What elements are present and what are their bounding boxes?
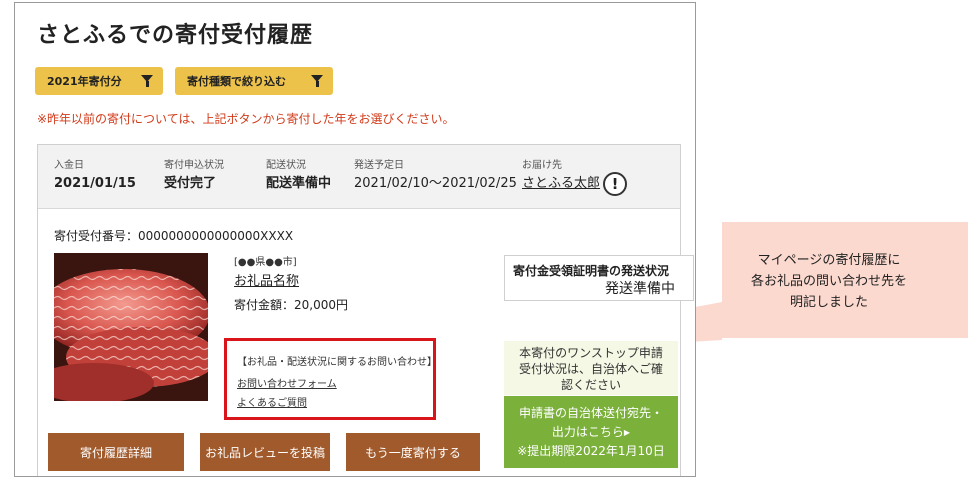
donation-card-header: 入金日 2021/01/15 寄付申込状況 受付完了 配送状況 配送準備中 発送… [38,145,680,209]
funnel-icon [141,75,153,87]
callout-line1: マイページの寄付履歴に [757,253,901,268]
year-filter-label: 2021年寄付分 [47,75,122,88]
donate-again-button[interactable]: もう一度寄付する [346,433,480,471]
donation-amount: 寄付金額：20,000円 [234,298,348,312]
arrow-right-icon: ▶ [623,428,631,437]
shipping-status-column: 配送状況 配送準備中 [266,159,331,193]
mypage-frame: さとふるでの寄付受付履歴 2021年寄付分 寄付種類で絞り込む ※昨年以前の寄付… [14,2,696,477]
receipt-number: 寄付受付番号：0000000000000000XXXX [54,229,294,243]
post-review-button[interactable]: お礼品レビューを投稿 [200,433,330,471]
application-status-value: 受付完了 [164,176,217,191]
onestop-line1: 本寄付のワンストップ申請 [519,346,663,360]
recipient-column: お届け先 さとふる太郎 [522,159,600,193]
callout-line3: 明記しました [789,295,868,310]
onestop-notice: 本寄付のワンストップ申請 受付状況は、自治体へご確 認ください [504,341,678,395]
onestop-line2: 受付状況は、自治体へご確 [518,362,663,376]
certificate-status: 発送準備中 [605,281,675,297]
recipient-link[interactable]: さとふる太郎 [522,175,600,193]
certificate-title: 寄付金受領証明書の発送状況 [513,264,670,278]
application-button-line3: ※提出期限2022年1月10日 [517,444,665,458]
past-years-notice: ※昨年以前の寄付については、上記ボタンから寄付した年をお選びください。 [37,112,455,126]
onestop-line3: 認ください [560,378,621,392]
application-status-column: 寄付申込状況 受付完了 [164,159,224,193]
application-button-line1: 申請書の自治体送付宛先・ [518,406,663,420]
application-button-line2: 出力はこちら▶ [551,425,631,439]
ship-date-column: 発送予定日 2021/02/10〜2021/02/25 [354,159,517,193]
type-filter-button[interactable]: 寄付種類で絞り込む [175,67,333,95]
payment-date-column: 入金日 2021/01/15 [54,159,136,193]
info-icon[interactable]: ! [603,172,627,196]
funnel-icon [311,75,323,87]
callout-text: マイページの寄付履歴に 各お礼品の問い合わせ先を 明記しました [722,250,966,313]
wagyu-beef-photo [54,253,208,401]
ship-date-value: 2021/02/10〜2021/02/25 [354,176,517,191]
payment-date-value: 2021/01/15 [54,176,136,191]
contact-title: 【お礼品・配送状況に関するお問い合わせ】 [237,357,437,368]
inquiry-form-link[interactable]: お問い合わせフォーム [237,375,337,390]
year-filter-button[interactable]: 2021年寄付分 [35,67,163,95]
callout-line2: 各お礼品の問い合わせ先を [750,274,907,289]
application-status-label: 寄付申込状況 [164,160,224,171]
donation-detail-button[interactable]: 寄付履歴詳細 [48,433,184,471]
type-filter-label: 寄付種類で絞り込む [187,75,286,88]
shipping-status-value: 配送準備中 [266,176,332,191]
recipient-label: お届け先 [522,160,562,171]
certificate-status-box: 寄付金受領証明書の発送状況 発送準備中 [504,255,694,301]
faq-link[interactable]: よくあるご質問 [237,394,307,409]
application-address-button[interactable]: 申請書の自治体送付宛先・ 出力はこちら▶ ※提出期限2022年1月10日 [504,396,678,468]
donation-card: 入金日 2021/01/15 寄付申込状況 受付完了 配送状況 配送準備中 発送… [37,144,694,476]
ship-date-label: 発送予定日 [354,160,404,171]
contact-highlight-box: 【お礼品・配送状況に関するお問い合わせ】 お問い合わせフォーム よくあるご質問 [224,338,437,420]
municipality-label: [●●県●●市] [234,257,297,268]
item-name-link[interactable]: お礼品名称 [234,270,299,289]
product-image [54,253,208,401]
shipping-status-label: 配送状況 [266,160,306,171]
page-title: さとふるでの寄付受付履歴 [37,23,314,48]
payment-date-label: 入金日 [54,160,84,171]
